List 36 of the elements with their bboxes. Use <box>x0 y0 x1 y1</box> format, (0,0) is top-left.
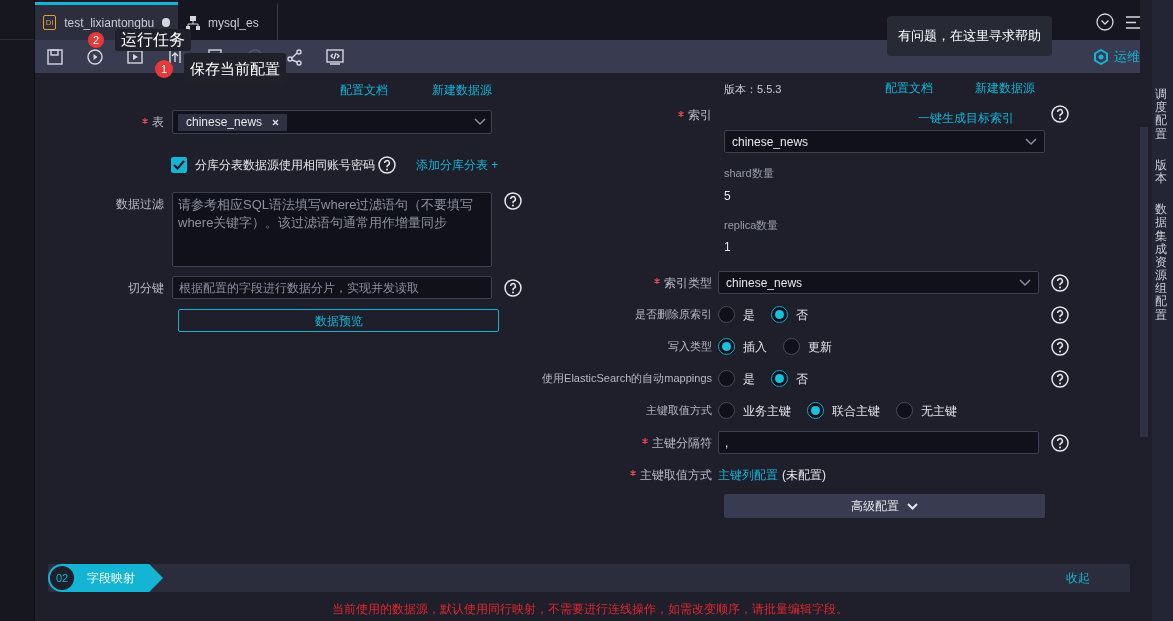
field-label: 是否删除原索引 <box>634 307 713 323</box>
field-label: 主键取值方式 <box>645 403 713 419</box>
radio-label: 是 <box>743 370 755 388</box>
stat-label: replica数量 <box>724 217 780 233</box>
pk-config-status: (未配置) <box>782 466 826 484</box>
field-label: 数据过滤 <box>115 196 165 213</box>
step-number: 02 <box>50 566 74 590</box>
field-label: 索引 <box>525 103 718 124</box>
radio-label: 否 <box>796 370 808 388</box>
radio-label: 无主键 <box>921 402 957 420</box>
radio-label: 更新 <box>808 338 832 356</box>
field-label: 写入类型 <box>667 339 713 355</box>
stat-label: shard数量 <box>724 166 775 181</box>
version-text: 版本：5.5.3 <box>724 81 783 97</box>
field-label: 使用ElasticSearch的自动mappings <box>541 371 713 387</box>
field-label: 切分键 <box>127 279 165 297</box>
radio-label: 是 <box>743 306 755 324</box>
stat-value: 5 <box>724 187 732 205</box>
help-tooltip: 有问题，在这里寻求帮助 <box>887 16 1052 56</box>
stat-value: 1 <box>724 239 732 256</box>
section-title: 字段映射 <box>87 570 135 587</box>
di-icon: Di <box>43 15 57 30</box>
field-label: 索引类型 <box>525 273 718 292</box>
field-label: 主键分隔符 <box>525 433 718 452</box>
radio-label: 业务主键 <box>743 402 791 420</box>
tab-label: test_lixiantongbu <box>64 14 155 32</box>
checkbox-label: 分库分表数据源使用相同账号密码 <box>195 157 375 174</box>
field-label: 主键取值方式 <box>525 465 718 484</box>
field-label: 表 <box>35 113 172 131</box>
mapping-notice: 当前使用的数据源，默认使用同行映射，不需要进行连线操作，如需改变顺序，请批量编辑字段。 <box>332 601 849 618</box>
step-badge: 1 <box>155 60 173 79</box>
radio-label: 联合主键 <box>832 402 880 420</box>
tooltip: 运行任务 <box>115 29 191 51</box>
radio-label: 否 <box>796 306 808 324</box>
radio-label: 插入 <box>743 338 767 356</box>
tab-label: mysql_es <box>208 14 259 32</box>
